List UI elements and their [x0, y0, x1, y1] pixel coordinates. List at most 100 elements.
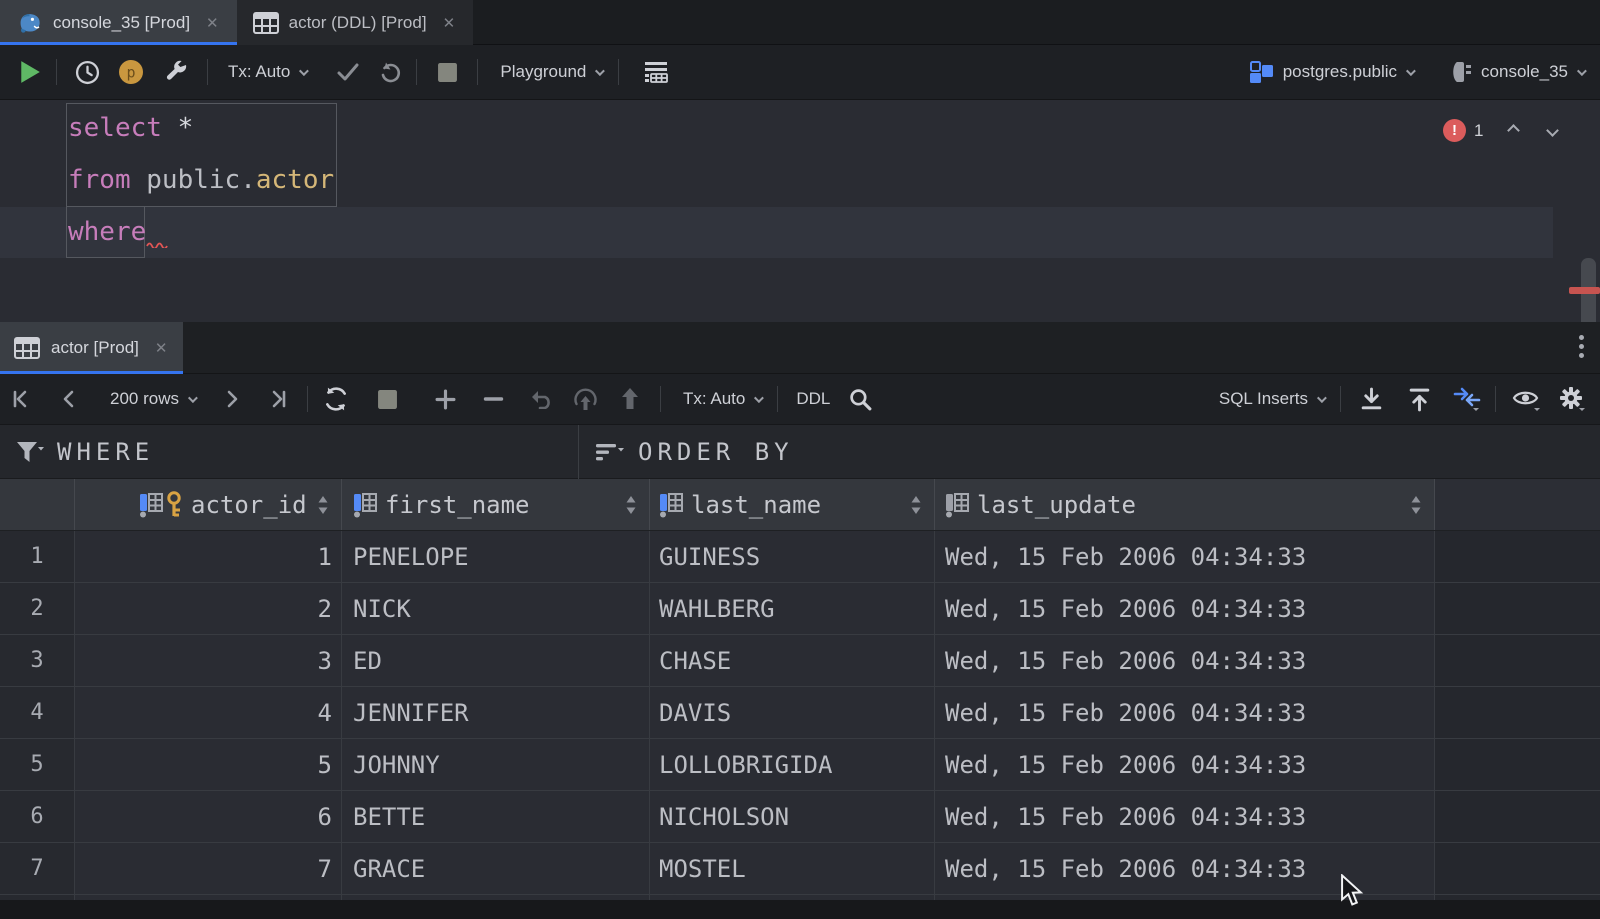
- stop-query-button[interactable]: [372, 383, 404, 415]
- run-button[interactable]: [14, 56, 46, 88]
- revert-changes-button[interactable]: [526, 383, 558, 415]
- cell-first-name[interactable]: PENELOPE: [342, 531, 650, 582]
- table-row[interactable]: 5 5 JOHNNY LOLLOBRIGIDA Wed, 15 Feb 2006…: [0, 739, 1600, 791]
- cell-actor-id[interactable]: 1: [75, 531, 342, 582]
- cell-first-name[interactable]: BETTE: [342, 791, 650, 842]
- import-data-button[interactable]: [1403, 383, 1435, 415]
- cell-last-name[interactable]: WAHLBERG: [650, 583, 935, 634]
- cell-first-name[interactable]: NICK: [342, 583, 650, 634]
- error-stripe-mark[interactable]: [1569, 287, 1600, 294]
- results-tx-mode-dropdown[interactable]: Tx: Auto: [683, 389, 761, 409]
- playground-dropdown[interactable]: Playground: [500, 62, 602, 82]
- cell-last-name[interactable]: DAVIS: [650, 687, 935, 738]
- cell-last-name[interactable]: LOLLOBRIGIDA: [650, 739, 935, 790]
- code-line-3[interactable]: where: [0, 207, 1200, 258]
- query-history-button[interactable]: [71, 56, 103, 88]
- close-icon[interactable]: ✕: [441, 14, 458, 32]
- upload-icon: [1408, 387, 1431, 412]
- commit-button[interactable]: [332, 56, 364, 88]
- tab-console-35-prod[interactable]: console_35 [Prod] ✕: [0, 0, 237, 45]
- settings-button[interactable]: [1556, 383, 1588, 415]
- view-options-button[interactable]: [1510, 383, 1542, 415]
- code-line-2[interactable]: from public.actor: [0, 155, 1200, 206]
- table-row[interactable]: 6 6 BETTE NICHOLSON Wed, 15 Feb 2006 04:…: [0, 791, 1600, 843]
- column-icon: [945, 492, 969, 518]
- cell-last-update[interactable]: Wed, 15 Feb 2006 04:34:33: [935, 583, 1435, 634]
- cell-last-update[interactable]: Wed, 15 Feb 2006 04:34:33: [935, 635, 1435, 686]
- mouse-cursor: [1340, 874, 1364, 908]
- table-row[interactable]: 2 2 NICK WAHLBERG Wed, 15 Feb 2006 04:34…: [0, 583, 1600, 635]
- rollback-button[interactable]: [374, 56, 406, 88]
- add-row-button[interactable]: [430, 383, 462, 415]
- table-row[interactable]: 4 4 JENNIFER DAVIS Wed, 15 Feb 2006 04:3…: [0, 687, 1600, 739]
- session-badge-button[interactable]: p: [115, 56, 147, 88]
- page-size-dropdown[interactable]: 200 rows: [110, 389, 195, 409]
- cell-actor-id[interactable]: 2: [75, 583, 342, 634]
- previous-page-button[interactable]: [52, 383, 84, 415]
- find-button[interactable]: [844, 383, 876, 415]
- stop-button[interactable]: [431, 56, 463, 88]
- next-error-chevron-down-icon[interactable]: [1547, 124, 1560, 137]
- prev-error-chevron-up-icon[interactable]: [1508, 124, 1521, 137]
- tab-actor-prod-result[interactable]: actor [Prod] ✕: [0, 322, 183, 374]
- order-by-field[interactable]: ORDER BY: [579, 425, 1600, 478]
- export-format-dropdown[interactable]: SQL Inserts: [1219, 389, 1324, 409]
- sort-toggle-icon[interactable]: [317, 494, 329, 516]
- cell-last-update[interactable]: Wed, 15 Feb 2006 04:34:33: [935, 791, 1435, 842]
- inspection-widget[interactable]: ! 1: [1443, 119, 1557, 142]
- sort-toggle-icon[interactable]: [910, 494, 922, 516]
- row-empty-area: [1435, 791, 1600, 842]
- cell-first-name[interactable]: GRACE: [342, 843, 650, 894]
- schema-selector-dropdown[interactable]: postgres.public: [1248, 59, 1413, 85]
- sort-toggle-icon[interactable]: [1410, 494, 1422, 516]
- delete-row-button[interactable]: [478, 383, 510, 415]
- svg-text:p: p: [126, 64, 135, 82]
- toolbar-separator: [207, 59, 208, 85]
- column-header-actor-id[interactable]: actor_id: [75, 479, 342, 530]
- cell-actor-id[interactable]: 6: [75, 791, 342, 842]
- table-row[interactable]: 3 3 ED CHASE Wed, 15 Feb 2006 04:34:33: [0, 635, 1600, 687]
- cell-last-name[interactable]: MOSTEL: [650, 843, 935, 894]
- sql-editor[interactable]: select * from public.actor where ! 1: [0, 100, 1600, 322]
- table-grid-icon: [253, 12, 279, 34]
- cell-last-update[interactable]: Wed, 15 Feb 2006 04:34:33: [935, 531, 1435, 582]
- column-header-last-name[interactable]: last_name: [650, 479, 935, 530]
- cell-last-update[interactable]: Wed, 15 Feb 2006 04:34:33: [935, 687, 1435, 738]
- export-data-button[interactable]: [1355, 383, 1387, 415]
- next-page-button[interactable]: [217, 383, 249, 415]
- results-toolbar: 200 rows: [0, 374, 1600, 425]
- table-row[interactable]: 1 1 PENELOPE GUINESS Wed, 15 Feb 2006 04…: [0, 531, 1600, 583]
- cell-last-name[interactable]: CHASE: [650, 635, 935, 686]
- where-filter-field[interactable]: WHERE: [0, 425, 578, 478]
- cell-last-update[interactable]: Wed, 15 Feb 2006 04:34:33: [935, 739, 1435, 790]
- column-header-last-update[interactable]: last_update: [935, 479, 1435, 530]
- close-icon[interactable]: ✕: [153, 339, 170, 357]
- output-layout-button[interactable]: [639, 56, 671, 88]
- jdbc-settings-button[interactable]: [161, 56, 193, 88]
- reload-data-button[interactable]: [320, 383, 352, 415]
- cell-last-name[interactable]: NICHOLSON: [650, 791, 935, 842]
- code-line-1[interactable]: select *: [0, 103, 1200, 154]
- cell-first-name[interactable]: JOHNNY: [342, 739, 650, 790]
- sort-toggle-icon[interactable]: [625, 494, 637, 516]
- tx-mode-dropdown[interactable]: Tx: Auto: [228, 62, 306, 82]
- error-count: 1: [1474, 121, 1483, 141]
- first-page-button[interactable]: [6, 383, 38, 415]
- ddl-button[interactable]: DDL: [796, 389, 830, 409]
- cell-actor-id[interactable]: 3: [75, 635, 342, 686]
- last-page-button[interactable]: [261, 383, 293, 415]
- kebab-menu-icon[interactable]: [1579, 335, 1584, 358]
- console-selector-dropdown[interactable]: console_35: [1447, 60, 1584, 84]
- submit-and-commit-button[interactable]: [570, 383, 602, 415]
- close-icon[interactable]: ✕: [204, 14, 221, 32]
- cell-actor-id[interactable]: 4: [75, 687, 342, 738]
- tab-actor-ddl-prod[interactable]: actor (DDL) [Prod] ✕: [237, 0, 474, 45]
- column-header-first-name[interactable]: first_name: [342, 479, 650, 530]
- submit-button[interactable]: [614, 383, 646, 415]
- cell-first-name[interactable]: ED: [342, 635, 650, 686]
- cell-actor-id[interactable]: 5: [75, 739, 342, 790]
- cell-first-name[interactable]: JENNIFER: [342, 687, 650, 738]
- cell-actor-id[interactable]: 7: [75, 843, 342, 894]
- compare-with-button[interactable]: [1451, 383, 1483, 415]
- cell-last-name[interactable]: GUINESS: [650, 531, 935, 582]
